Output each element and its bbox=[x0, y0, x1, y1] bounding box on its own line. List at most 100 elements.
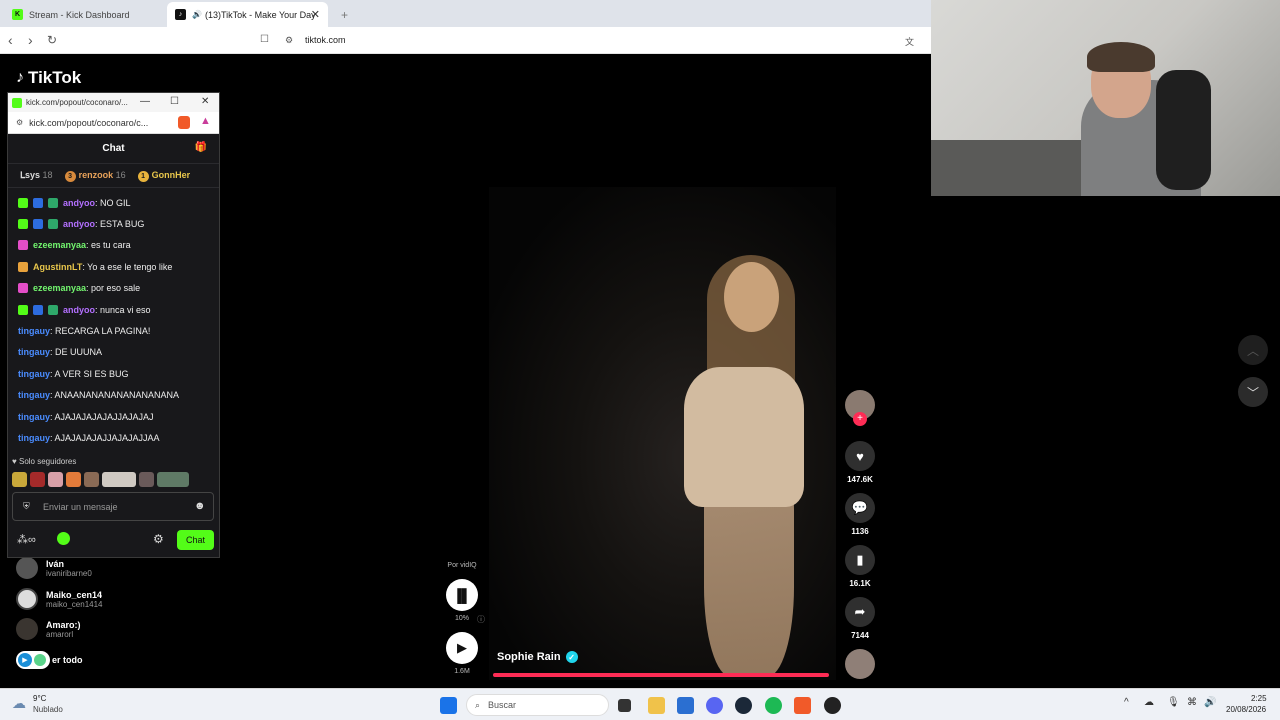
previous-video-button[interactable]: ︿ bbox=[1238, 335, 1268, 365]
tab-kick-dashboard[interactable]: K Stream - Kick Dashboard bbox=[4, 2, 164, 27]
emoji-icon[interactable]: ☻ bbox=[194, 500, 206, 512]
kick-coin-icon[interactable] bbox=[57, 532, 70, 545]
chat-header: Chat 🎁 bbox=[8, 134, 219, 164]
emote[interactable] bbox=[102, 472, 136, 487]
volume-icon[interactable]: 🔊 bbox=[1204, 697, 1216, 708]
chat-username[interactable]: tingauy bbox=[18, 433, 50, 443]
task-view-icon[interactable] bbox=[618, 699, 631, 712]
chat-username[interactable]: tingauy bbox=[18, 326, 50, 336]
maximize-icon[interactable]: ☐ bbox=[170, 96, 179, 107]
leader-item[interactable]: ꓡsys 18 bbox=[20, 170, 53, 181]
forward-icon[interactable]: › bbox=[28, 32, 33, 48]
chat-text: : AJAJAJAJAJAJJAJAJAJ bbox=[50, 411, 154, 422]
music-disc-button[interactable] bbox=[845, 649, 875, 679]
spotify-icon[interactable] bbox=[765, 697, 782, 714]
translate-icon[interactable]: 文 bbox=[905, 35, 914, 48]
tiktok-logo[interactable]: ♪ TikTok bbox=[16, 68, 81, 88]
chat-username[interactable]: tingauy bbox=[18, 390, 50, 400]
microphone-icon[interactable]: 🎙 bbox=[1167, 697, 1180, 708]
clock-date[interactable]: 20/08/2026 bbox=[1226, 705, 1266, 714]
follow-plus-icon[interactable]: + bbox=[853, 412, 867, 426]
chat-username[interactable]: ezeemanyaa bbox=[33, 240, 86, 250]
emote[interactable] bbox=[12, 472, 27, 487]
chat-username[interactable]: tingauy bbox=[18, 412, 50, 422]
info-icon[interactable]: ⓘ bbox=[477, 614, 485, 625]
chat-username[interactable]: AgustinnLT bbox=[33, 262, 82, 272]
user-badge-icon bbox=[48, 219, 58, 230]
tray-app-icon[interactable]: ☁ bbox=[1144, 697, 1154, 708]
chat-username[interactable]: andyoo bbox=[63, 198, 95, 208]
emote[interactable] bbox=[48, 472, 63, 487]
url-field[interactable]: tiktok.com bbox=[305, 35, 346, 45]
emote[interactable] bbox=[157, 472, 189, 487]
webcam-person-hair bbox=[1087, 42, 1155, 72]
taskbar-search[interactable]: ⌕ Buscar bbox=[466, 694, 609, 716]
video-author[interactable]: Sophie Rain ✓ bbox=[497, 651, 578, 663]
chat-username[interactable]: andyoo bbox=[63, 305, 95, 315]
leader-count: 16 bbox=[115, 169, 126, 180]
emote[interactable] bbox=[66, 472, 81, 487]
discord-icon[interactable] bbox=[706, 697, 723, 714]
network-icon[interactable]: ⌘ bbox=[1187, 697, 1197, 708]
chat-username[interactable]: ezeemanyaa bbox=[33, 283, 86, 293]
share-button[interactable]: ➦ 7144 bbox=[845, 597, 875, 640]
chat-message: tingauy: RECARGA LA PAGINA! bbox=[18, 320, 219, 341]
see-all-link[interactable]: ▶ er todo bbox=[16, 651, 83, 669]
tiktok-page-right bbox=[931, 196, 1280, 688]
video-progress-bar[interactable] bbox=[493, 673, 829, 677]
emote[interactable] bbox=[30, 472, 45, 487]
infinity-icon[interactable]: ⁂∞ bbox=[17, 533, 36, 546]
leader-item[interactable]: 1 GonnHer bbox=[137, 169, 191, 182]
emote[interactable] bbox=[84, 472, 99, 487]
following-name: Maiko_cen14 bbox=[46, 589, 103, 600]
send-chat-button[interactable]: Chat bbox=[177, 530, 214, 550]
reload-icon[interactable]: ↻ bbox=[47, 33, 57, 47]
like-button[interactable]: ♥ 147.6K bbox=[845, 441, 875, 484]
emote[interactable] bbox=[139, 472, 154, 487]
save-button[interactable]: ▮ 16.1K bbox=[845, 545, 875, 588]
close-icon[interactable]: ✕ bbox=[201, 96, 209, 107]
clock-time[interactable]: 2:25 bbox=[1251, 694, 1267, 703]
tab-tiktok[interactable]: ♪ 🔊 (13)TikTok - Make Your Day ✕ bbox=[167, 2, 328, 27]
steam-icon[interactable] bbox=[735, 697, 752, 714]
video-player[interactable] bbox=[489, 187, 836, 680]
vidiq-stats-button[interactable]: ▐▌ bbox=[446, 579, 478, 611]
gift-icon[interactable]: 🎁 bbox=[195, 142, 207, 153]
search-icon: ⌕ bbox=[475, 699, 481, 710]
store-icon[interactable] bbox=[677, 697, 694, 714]
bookmark-icon[interactable]: ☐ bbox=[260, 34, 269, 45]
play-button[interactable]: ▶ bbox=[446, 632, 478, 664]
close-icon[interactable]: ✕ bbox=[311, 8, 320, 21]
windows-start-icon[interactable] bbox=[440, 697, 457, 714]
following-handle: maiko_cen1414 bbox=[46, 599, 103, 609]
chat-username[interactable]: tingauy bbox=[18, 347, 50, 357]
next-video-button[interactable]: ﹀ bbox=[1238, 377, 1268, 407]
chat-username[interactable]: tingauy bbox=[18, 369, 50, 379]
leader-item[interactable]: 3 renzook 16 bbox=[64, 169, 126, 182]
chevron-up-icon[interactable]: ^ bbox=[1124, 697, 1129, 708]
new-tab-button[interactable]: + bbox=[333, 2, 353, 27]
following-item[interactable]: Maiko_cen14 maiko_cen1414 bbox=[16, 588, 102, 610]
chat-message-input[interactable]: ⛨ Enviar un mensaje ☻ bbox=[12, 492, 214, 521]
following-item[interactable]: Amaro:) amarorl bbox=[16, 618, 81, 640]
site-settings-icon[interactable]: ⚙ bbox=[285, 35, 293, 46]
rewards-triangle-icon[interactable]: ▲ bbox=[200, 115, 211, 127]
brave-icon[interactable] bbox=[794, 697, 811, 714]
site-settings-icon[interactable]: ⚙ bbox=[16, 118, 23, 127]
file-explorer-icon[interactable] bbox=[648, 697, 665, 714]
popup-url[interactable]: kick.com/popout/coconaro/c... bbox=[29, 118, 148, 128]
chat-username[interactable]: andyoo bbox=[63, 219, 95, 229]
back-icon[interactable]: ‹ bbox=[8, 32, 13, 48]
leader-name: GonnHer bbox=[151, 169, 191, 180]
chat-text: : AJAJAJAJAJJAJAJAJJAA bbox=[50, 432, 160, 443]
following-item[interactable]: Iván ivaniribarne0 bbox=[16, 557, 92, 579]
minimize-icon[interactable]: — bbox=[140, 96, 150, 107]
gear-icon[interactable]: ⚙ bbox=[153, 532, 164, 546]
comment-button[interactable]: 💬 1136 bbox=[845, 493, 875, 536]
author-avatar-button[interactable]: + bbox=[845, 390, 875, 426]
input-placeholder: Enviar un mensaje bbox=[43, 501, 118, 512]
heart-icon: ♥ bbox=[12, 457, 17, 466]
brave-shield-icon[interactable] bbox=[178, 116, 190, 129]
obs-icon[interactable] bbox=[824, 697, 841, 714]
chat-message-list: andyoo: NO GIL andyoo: ESTA BUG ezeemanyaa… bbox=[8, 188, 219, 449]
